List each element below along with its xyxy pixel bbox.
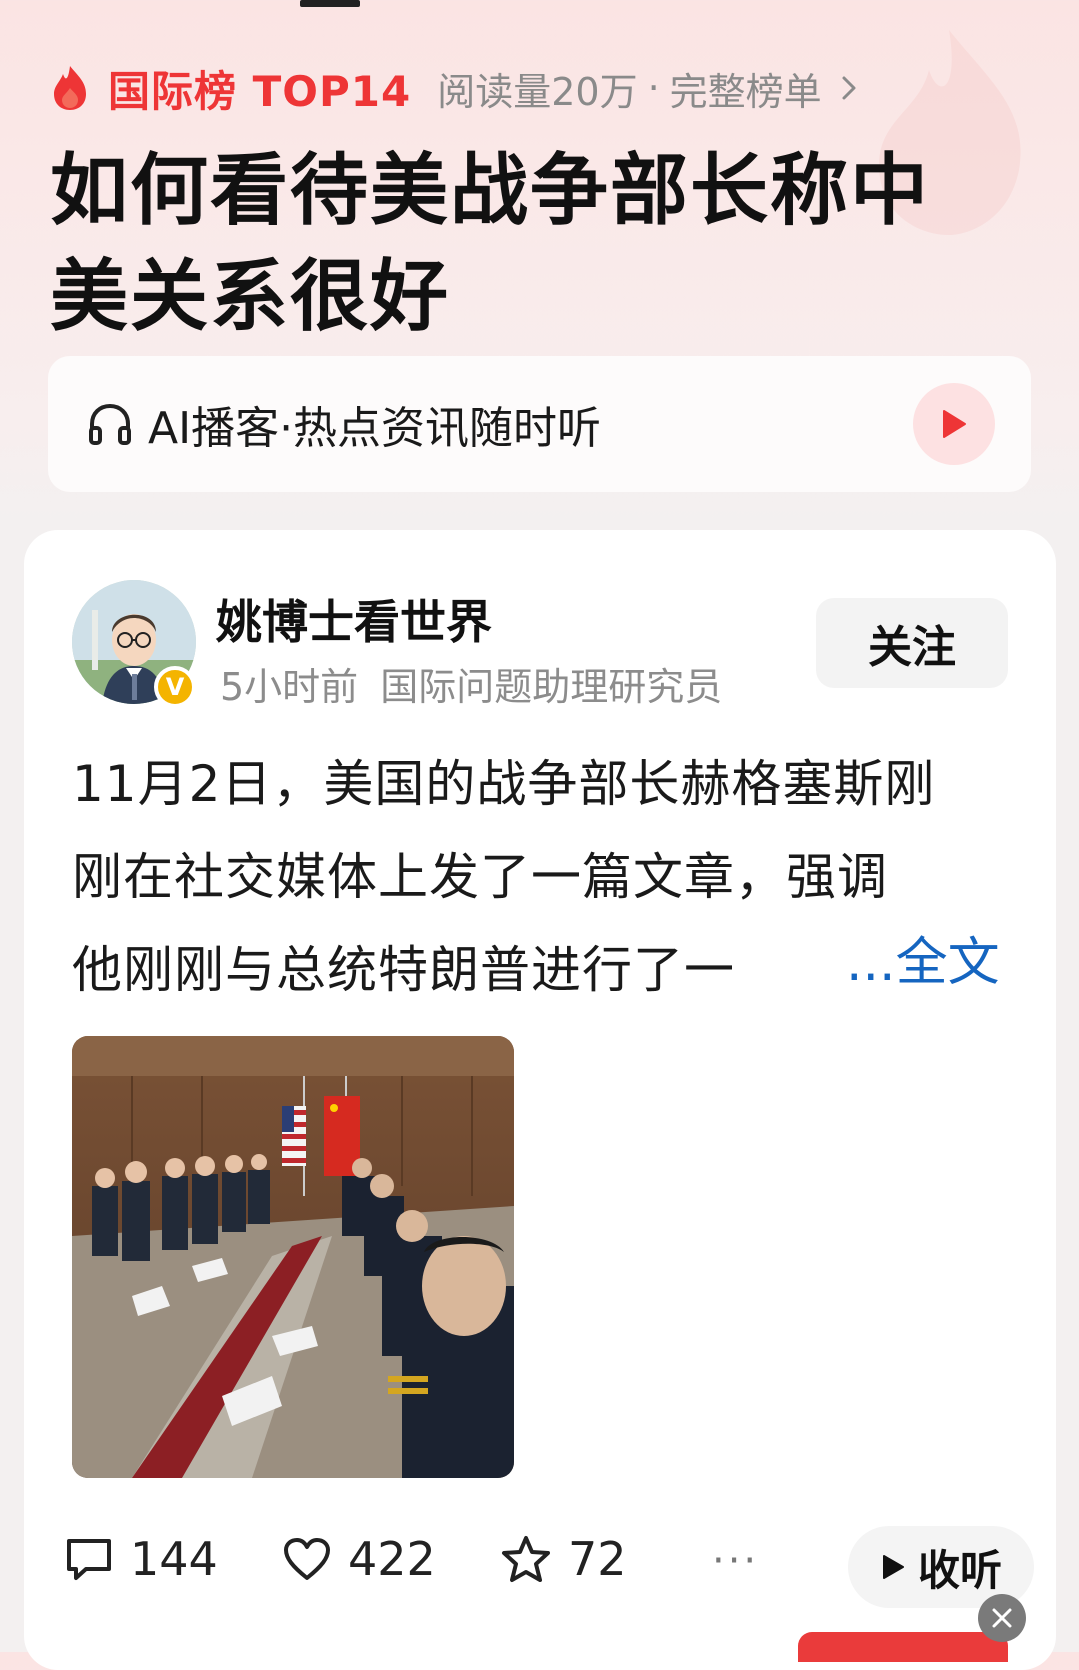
- fire-icon: [54, 66, 86, 110]
- verified-badge: V: [154, 666, 196, 708]
- full-list-link[interactable]: 完整榜单: [670, 61, 822, 116]
- favorite-button[interactable]: 72: [500, 1532, 627, 1586]
- author-meta: 5小时前 国际问题助理研究员: [220, 656, 722, 711]
- chevron-right-icon: [842, 76, 856, 100]
- like-button[interactable]: 422: [282, 1532, 436, 1586]
- heart-icon: [284, 1538, 330, 1580]
- expand-full-text-link[interactable]: ...全文: [846, 920, 1000, 995]
- author-name[interactable]: 姚博士看世界: [216, 586, 492, 652]
- listen-label: 收听: [917, 1545, 1002, 1595]
- action-bar: 144 422 72 ··· 收听: [64, 1514, 1034, 1610]
- rank-label: 国际榜 TOP14: [108, 66, 412, 116]
- post-line-2: 刚在社交媒体上发了一篇文章，强调: [72, 848, 888, 906]
- headphones-icon: [89, 403, 131, 445]
- podcast-play-button[interactable]: [913, 383, 995, 465]
- page-title: 如何看待美战争部长称中美关系很好: [50, 146, 931, 342]
- follow-button[interactable]: 关注: [816, 598, 1008, 688]
- meta-separator: ·: [647, 66, 660, 110]
- status-indicator: [300, 0, 360, 7]
- like-count: 422: [348, 1532, 436, 1586]
- meeting-photo-illustration: [72, 1036, 514, 1478]
- favorite-count: 72: [568, 1532, 627, 1586]
- ai-podcast-bar[interactable]: AI播客·热点资讯随时听: [48, 356, 1031, 492]
- author-title: 国际问题助理研究员: [380, 665, 723, 709]
- post-line-1: 11月2日，美国的战争部长赫格塞斯刚: [72, 755, 936, 813]
- comment-button[interactable]: 144: [64, 1532, 218, 1586]
- podcast-label: AI播客·热点资讯随时听: [148, 403, 602, 454]
- star-icon: [502, 1536, 550, 1582]
- close-floating-button[interactable]: [978, 1594, 1026, 1642]
- more-options-button[interactable]: ···: [712, 1538, 759, 1584]
- close-icon: [992, 1608, 1012, 1628]
- play-icon: [882, 1555, 904, 1579]
- post-time: 5小时前: [220, 665, 359, 709]
- post-card[interactable]: V 姚博士看世界 5小时前 国际问题助理研究员 关注 11月2日，美国的战争部长赫…: [24, 530, 1056, 1670]
- post-photo[interactable]: [72, 1036, 514, 1478]
- rank-meta[interactable]: 阅读量20万 · 完整榜单: [437, 61, 857, 116]
- comment-count: 144: [130, 1532, 218, 1586]
- read-count: 阅读量20万: [437, 69, 638, 114]
- floating-banner-edge[interactable]: [798, 1632, 1008, 1662]
- play-icon: [943, 410, 966, 438]
- comment-icon: [67, 1539, 111, 1580]
- ranking-row[interactable]: 国际榜 TOP14 阅读量20万 · 完整榜单: [50, 58, 858, 118]
